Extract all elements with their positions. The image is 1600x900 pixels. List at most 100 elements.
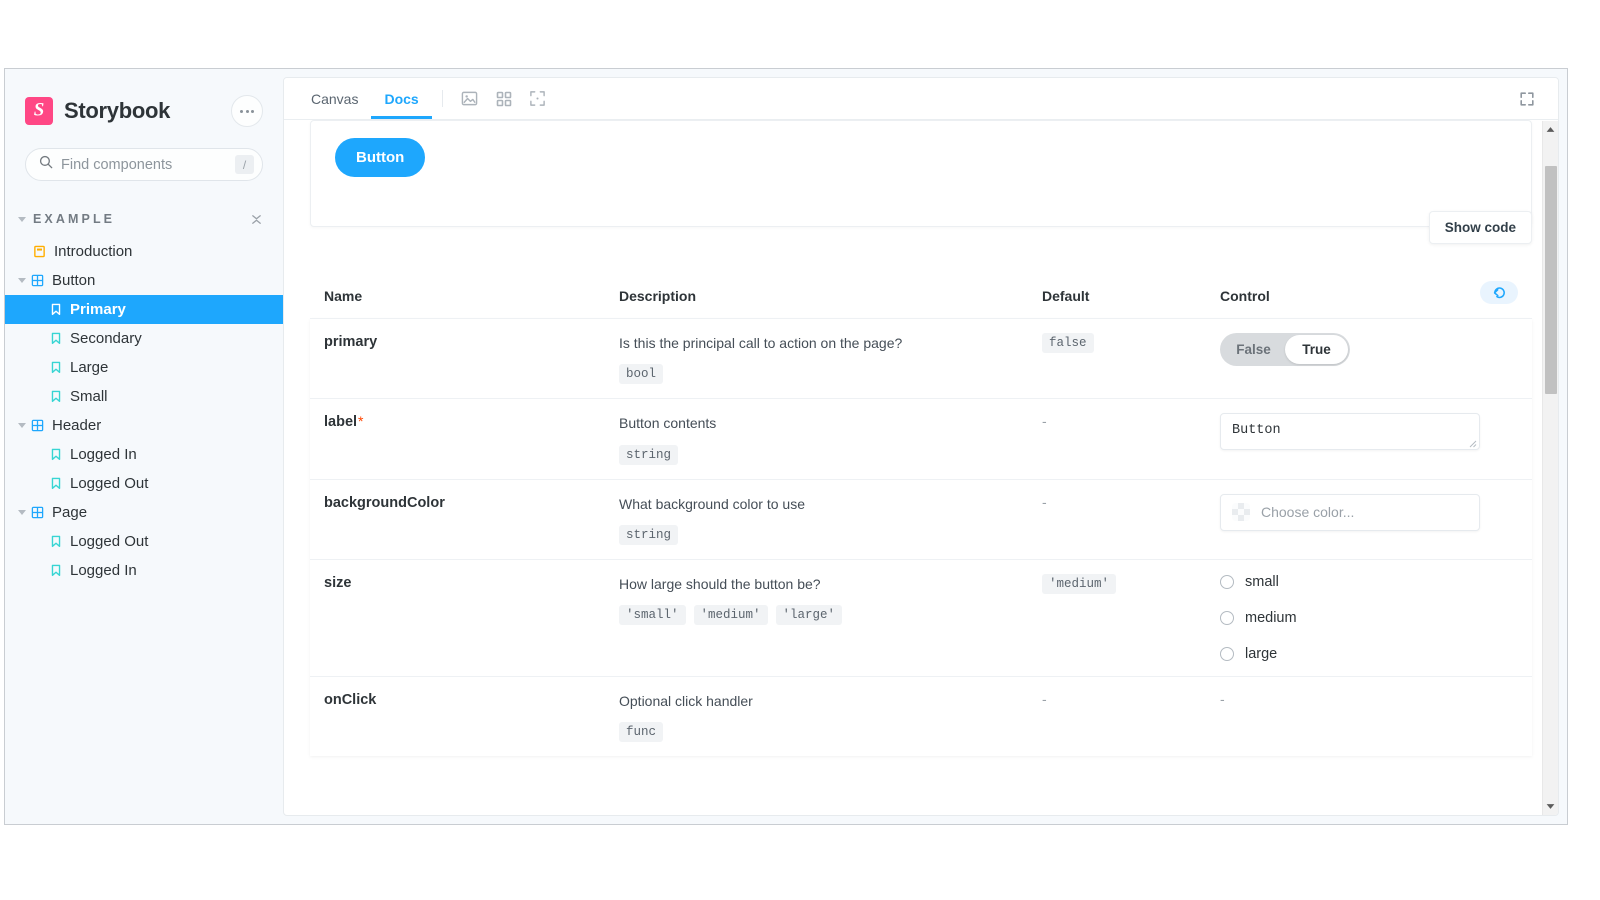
column-header-description: Description xyxy=(605,281,1028,319)
type-badge: bool xyxy=(619,364,663,384)
sidebar-item-page[interactable]: Page xyxy=(5,498,283,527)
text-control-value: Button xyxy=(1232,423,1281,438)
sidebar-item-button[interactable]: Button xyxy=(5,266,283,295)
args-table-header: Name Description Default Control xyxy=(310,281,1532,319)
fullscreen-icon[interactable] xyxy=(1510,91,1544,107)
document-icon xyxy=(33,245,46,258)
docs-scroll-area: Button Show code Name Description Defaul… xyxy=(284,120,1558,815)
type-badges: func xyxy=(619,722,1014,742)
type-badge: 'small' xyxy=(619,605,686,625)
preview-button[interactable]: Button xyxy=(335,138,425,177)
type-badges: 'small''medium''large' xyxy=(619,605,1014,625)
story-icon xyxy=(50,564,62,577)
storybook-app: S Storybook Find components / EXAMPLE xyxy=(4,68,1568,825)
sidebar-item-introduction[interactable]: Introduction xyxy=(5,237,283,266)
toolbar-right xyxy=(1510,78,1558,119)
tab-canvas[interactable]: Canvas xyxy=(298,78,371,119)
table-row: onClickOptional click handlerfunc-- xyxy=(310,676,1532,756)
table-row: label*Button contentsstring-Button xyxy=(310,399,1532,479)
sidebar-item-logged-in[interactable]: Logged In xyxy=(5,440,283,469)
sidebar-brand-row: S Storybook xyxy=(5,69,283,131)
radio-dot-icon xyxy=(1220,575,1234,589)
story-preview: Button Show code xyxy=(310,120,1532,227)
arg-default-cell: - xyxy=(1028,676,1206,756)
radio-label: medium xyxy=(1245,610,1297,626)
sidebar-item-label: Header xyxy=(52,417,101,434)
sidebar-item-primary[interactable]: Primary xyxy=(5,295,283,324)
column-header-reset xyxy=(1462,281,1532,319)
sidebar-item-logged-out[interactable]: Logged Out xyxy=(5,469,283,498)
text-control[interactable]: Button xyxy=(1220,413,1480,450)
scrollbar-track[interactable] xyxy=(1543,138,1559,798)
no-control: - xyxy=(1220,691,1225,707)
arg-description-cell: How large should the button be? 'small''m… xyxy=(605,559,1028,676)
search-input[interactable]: Find components / xyxy=(25,148,263,181)
chevron-down-icon xyxy=(18,423,26,428)
radio-option-large[interactable]: large xyxy=(1220,646,1518,662)
story-icon xyxy=(50,477,62,490)
type-badge: 'large' xyxy=(776,605,843,625)
arg-name: primary xyxy=(324,334,377,350)
measure-icon[interactable] xyxy=(521,78,555,119)
main-panel: Canvas Docs xyxy=(283,77,1559,816)
scroll-down-arrow[interactable] xyxy=(1543,798,1559,815)
storybook-logo-icon: S xyxy=(25,97,53,125)
sidebar-item-label: Secondary xyxy=(70,330,142,347)
type-badges: bool xyxy=(619,364,1014,384)
radio-group: small medium large xyxy=(1220,574,1518,662)
sidebar-item-logged-out[interactable]: Logged Out xyxy=(5,527,283,556)
sidebar-item-logged-in[interactable]: Logged In xyxy=(5,556,283,585)
tab-docs[interactable]: Docs xyxy=(371,78,431,119)
collapse-all-icon[interactable] xyxy=(250,213,263,226)
story-icon xyxy=(50,535,62,548)
component-icon xyxy=(31,274,44,287)
main-toolbar: Canvas Docs xyxy=(284,78,1558,120)
chevron-down-icon xyxy=(18,278,26,283)
arg-name: label xyxy=(324,414,357,430)
sidebar-item-label: Primary xyxy=(70,301,126,318)
search-icon xyxy=(39,155,53,174)
chevron-down-icon xyxy=(18,510,26,515)
scrollbar-thumb[interactable] xyxy=(1545,166,1557,394)
toggle-option-false[interactable]: False xyxy=(1222,335,1285,364)
default-value: - xyxy=(1042,691,1047,707)
sidebar-section-title: EXAMPLE xyxy=(33,212,115,226)
sidebar-item-label: Page xyxy=(52,504,87,521)
toolbar-divider xyxy=(442,90,443,107)
story-icon xyxy=(50,390,62,403)
sidebar-item-header[interactable]: Header xyxy=(5,411,283,440)
column-header-name: Name xyxy=(310,281,605,319)
sidebar-item-secondary[interactable]: Secondary xyxy=(5,324,283,353)
boolean-toggle[interactable]: FalseTrue xyxy=(1220,333,1350,366)
sidebar-section-header[interactable]: EXAMPLE xyxy=(5,207,283,231)
radio-dot-icon xyxy=(1220,611,1234,625)
radio-option-small[interactable]: small xyxy=(1220,574,1518,590)
vertical-scrollbar[interactable] xyxy=(1542,121,1558,815)
arg-control-cell: Choose color... xyxy=(1206,479,1532,559)
sidebar-item-label: Small xyxy=(70,388,108,405)
arg-description-cell: Button contentsstring xyxy=(605,399,1028,479)
scroll-up-arrow[interactable] xyxy=(1543,121,1559,138)
show-code-button[interactable]: Show code xyxy=(1429,211,1532,244)
sidebar-item-small[interactable]: Small xyxy=(5,382,283,411)
column-header-control: Control xyxy=(1206,281,1462,319)
component-tree: IntroductionButton Primary Secondary Large S… xyxy=(5,237,283,585)
color-control[interactable]: Choose color... xyxy=(1220,494,1480,531)
reset-controls-button[interactable] xyxy=(1480,281,1518,304)
ellipsis-icon[interactable] xyxy=(231,95,263,127)
column-header-default: Default xyxy=(1028,281,1206,319)
arg-name-cell: size xyxy=(310,559,605,676)
resize-handle-icon[interactable] xyxy=(1468,439,1477,448)
radio-option-medium[interactable]: medium xyxy=(1220,610,1518,626)
default-value: false xyxy=(1042,333,1094,353)
arg-description: Optional click handler xyxy=(619,691,1014,711)
arg-default-cell: false xyxy=(1028,319,1206,399)
arg-description-cell: Optional click handler func xyxy=(605,676,1028,756)
toggle-option-true[interactable]: True xyxy=(1285,335,1348,364)
image-icon[interactable] xyxy=(453,78,487,119)
arg-description: How large should the button be? xyxy=(619,574,1014,594)
grid-icon[interactable] xyxy=(487,78,521,119)
chevron-down-icon xyxy=(18,217,26,222)
sidebar-item-large[interactable]: Large xyxy=(5,353,283,382)
component-icon xyxy=(31,419,44,432)
